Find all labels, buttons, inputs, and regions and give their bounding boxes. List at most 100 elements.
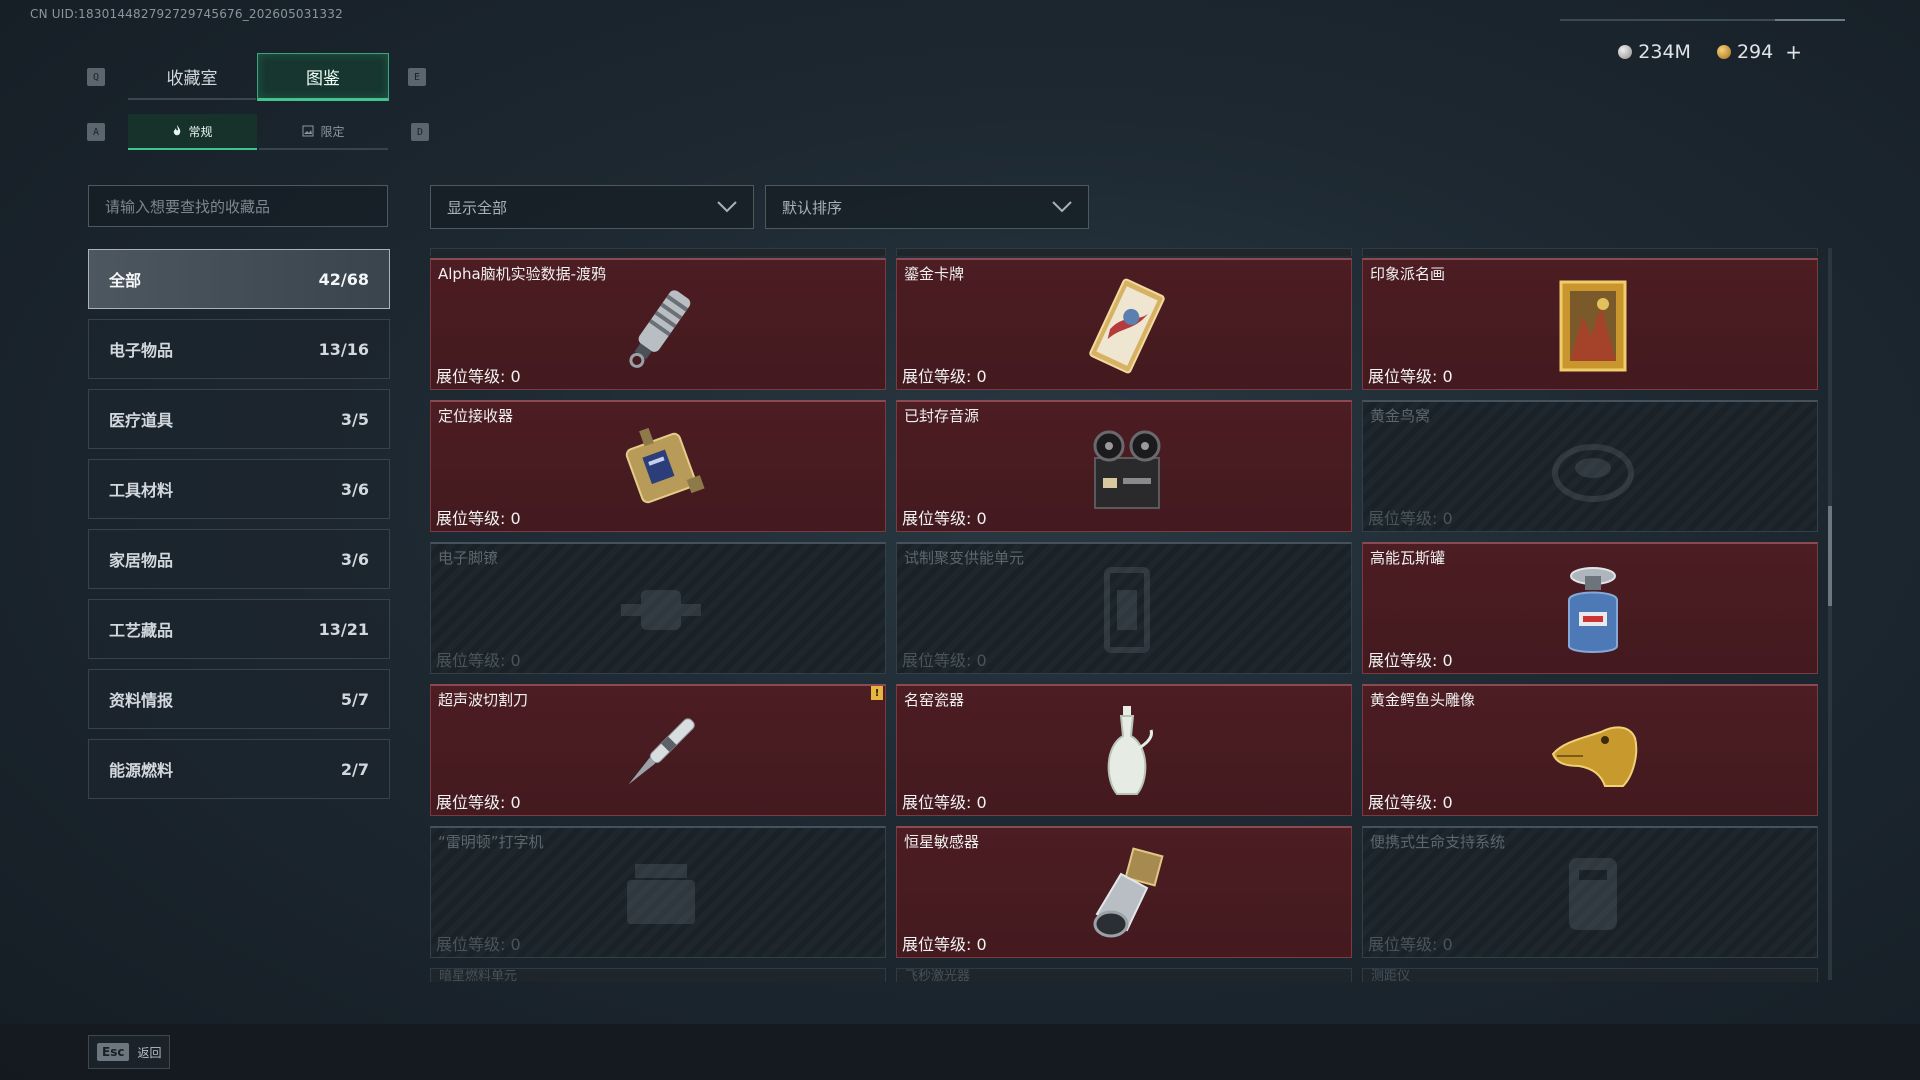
item-card-partial[interactable]: 暗星燃料单元 [430, 968, 886, 982]
esc-key-hint: Esc [97, 1043, 130, 1061]
subtab-limited[interactable]: 限定 [259, 114, 388, 150]
item-card[interactable]: 黄金鸟窝 展位等级: 0 [1362, 400, 1818, 532]
category-count: 3/5 [340, 409, 369, 429]
sort-dropdown[interactable]: 默认排序 [765, 185, 1089, 229]
subtab-regular[interactable]: 常规 [128, 114, 257, 150]
item-name: 恒星敏感器 [904, 833, 980, 851]
item-name: 黄金鳄鱼头雕像 [1370, 691, 1476, 709]
item-name: 飞秒激光器 [905, 969, 971, 981]
grid-scrollbar[interactable] [1828, 248, 1832, 980]
silver-coin-icon [1618, 45, 1633, 59]
item-name: 印象派名画 [1370, 265, 1446, 283]
uid-label: CN UID:18301448279272974567​6_2026050313… [30, 7, 343, 21]
item-card[interactable]: 名窑瓷器 展位等级: 0 [896, 684, 1352, 816]
item-level: 展位等级: 0 [436, 367, 521, 386]
category-all[interactable]: 全部 42/68 [88, 249, 390, 309]
gold-crocodile-icon [1551, 726, 1638, 787]
item-level: 展位等级: 0 [436, 509, 521, 528]
category-name: 资料情报 [109, 691, 174, 710]
grid-top-edge [430, 248, 886, 256]
fusion-cell-icon [1104, 567, 1150, 653]
category-count: 42/68 [318, 269, 369, 289]
category-name: 工具材料 [109, 481, 174, 500]
item-card[interactable]: 高能瓦斯罐 展位等级: 0 [1362, 542, 1818, 674]
item-card[interactable]: 电子脚镣 展位等级: 0 [430, 542, 886, 674]
tab-collection-room[interactable]: 收藏室 [128, 54, 256, 100]
bird-nest-icon [1552, 444, 1634, 502]
item-name: 电子脚镣 [438, 549, 499, 567]
item-card[interactable]: 超声波切割刀 ! 展位等级: 0 [430, 684, 886, 816]
item-level: 展位等级: 0 [1368, 793, 1453, 812]
receiver-icon [625, 427, 705, 504]
item-level: 展位等级: 0 [1368, 509, 1453, 528]
item-name: Alpha脑机实验数据-渡鸦 [438, 265, 607, 283]
subtab-limited-label: 限定 [320, 124, 345, 139]
category-count: 13/21 [318, 619, 369, 639]
filter-dropdown[interactable]: 显示全部 [430, 185, 754, 229]
item-card[interactable]: 定位接收器 展位等级: 0 [430, 400, 886, 532]
item-card[interactable]: 便携式生命支持系统 展位等级: 0 [1362, 826, 1818, 958]
category-count: 3/6 [340, 479, 369, 499]
back-button[interactable]: Esc 返回 [88, 1035, 170, 1069]
item-level: 展位等级: 0 [436, 793, 521, 812]
category-name: 能源燃料 [109, 761, 174, 780]
silver-amount: 234M [1638, 41, 1691, 63]
item-card[interactable]: 试制聚变供能单元 展位等级: 0 [896, 542, 1352, 674]
item-name: “雷明顿”打字机 [438, 833, 544, 851]
item-name: 黄金鸟窝 [1370, 407, 1431, 425]
item-name: 试制聚变供能单元 [904, 549, 1025, 567]
key-hint-e: E [408, 68, 426, 86]
category-crafts[interactable]: 工艺藏品 13/21 [88, 599, 390, 659]
item-level: 展位等级: 0 [902, 935, 987, 954]
gold-currency: 294 [1716, 41, 1773, 63]
grid-top-edge [1362, 248, 1818, 256]
item-card[interactable]: 印象派名画 展位等级: 0 [1362, 258, 1818, 390]
item-card[interactable]: 恒星敏感器 展位等级: 0 [896, 826, 1352, 958]
category-name: 电子物品 [109, 341, 174, 360]
data-drive-icon [629, 290, 691, 368]
flame-icon [174, 125, 181, 136]
category-name: 工艺藏品 [109, 621, 174, 640]
ankle-monitor-icon [621, 590, 701, 630]
gilded-card-icon [1089, 278, 1165, 374]
item-name: 便携式生命支持系统 [1370, 833, 1506, 851]
reel-recorder-icon [1093, 430, 1161, 509]
add-currency-button[interactable]: + [1785, 40, 1802, 64]
filter-dropdown-label: 显示全部 [447, 198, 508, 217]
item-card-partial[interactable]: 测距仪 [1362, 968, 1818, 982]
category-name: 全部 [109, 271, 142, 290]
category-tools[interactable]: 工具材料 3/6 [88, 459, 390, 519]
item-name: 暗星燃料单元 [439, 969, 518, 981]
category-household[interactable]: 家居物品 3/6 [88, 529, 390, 589]
item-card[interactable]: Alpha脑机实验数据-渡鸦 展位等级: 0 [430, 258, 886, 390]
gas-canister-icon [1568, 567, 1618, 653]
item-card[interactable]: 黄金鳄鱼头雕像 展位等级: 0 [1362, 684, 1818, 816]
item-level: 展位等级: 0 [902, 509, 987, 528]
item-card[interactable]: 已封存音源 展位等级: 0 [896, 400, 1352, 532]
image-icon [302, 125, 314, 137]
category-energy[interactable]: 能源燃料 2/7 [88, 739, 390, 799]
item-name: 超声波切割刀 [438, 691, 529, 709]
category-count: 13/16 [318, 339, 369, 359]
chevron-down-icon [1052, 201, 1072, 213]
category-medical[interactable]: 医疗道具 3/5 [88, 389, 390, 449]
key-hint-q: Q [87, 68, 105, 86]
category-count: 3/6 [340, 549, 369, 569]
search-input[interactable]: 请输入想要查找的收藏品 [88, 185, 388, 227]
item-card[interactable]: 鎏金卡牌 展位等级: 0 [896, 258, 1352, 390]
category-intel[interactable]: 资料情报 5/7 [88, 669, 390, 729]
tab-codex[interactable]: 图鉴 [257, 53, 389, 101]
back-label: 返回 [137, 1045, 162, 1060]
category-electronics[interactable]: 电子物品 13/16 [88, 319, 390, 379]
category-name: 医疗道具 [109, 411, 174, 430]
item-card-partial[interactable]: 飞秒激光器 [896, 968, 1352, 982]
scrollbar-thumb[interactable] [1828, 506, 1832, 606]
item-name: 名窑瓷器 [904, 691, 965, 709]
category-count: 2/7 [340, 759, 369, 779]
silver-currency: 234M [1618, 41, 1691, 63]
porcelain-vase-icon [1107, 706, 1153, 795]
grid-top-edge [896, 248, 1352, 256]
category-count: 5/7 [340, 689, 369, 709]
item-name: 测距仪 [1371, 969, 1411, 981]
item-card[interactable]: “雷明顿”打字机 展位等级: 0 [430, 826, 886, 958]
